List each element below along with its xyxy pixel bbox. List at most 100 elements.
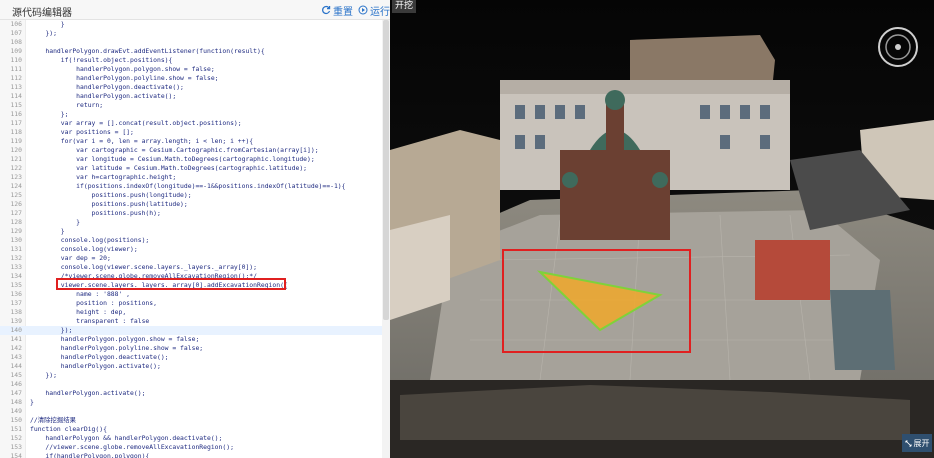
code-line[interactable]: 125 positions.push(longitude); xyxy=(0,191,382,200)
line-text: }; xyxy=(30,110,69,118)
compass-icon[interactable] xyxy=(877,26,919,68)
code-line[interactable]: 129 } xyxy=(0,227,382,236)
code-line[interactable]: 141 handlerPolygon.polygon.show = false; xyxy=(0,335,382,344)
line-text: for(var i = 0, len = array.length; i < l… xyxy=(30,137,254,145)
line-text: console.log(viewer); xyxy=(30,245,138,253)
line-text: if(positions.indexOf(longitude)==-1&&pos… xyxy=(30,182,346,190)
code-line[interactable]: 122 var latitude = Cesium.Math.toDegrees… xyxy=(0,164,382,173)
code-line[interactable]: 150 //清除挖掘结果 xyxy=(0,416,382,425)
line-number: 152 xyxy=(10,434,22,442)
line-number: 140 xyxy=(10,326,22,334)
line-text: position : positions, xyxy=(30,299,157,307)
reset-button[interactable]: 重置 xyxy=(321,3,353,18)
code-line[interactable]: 128 } xyxy=(0,218,382,227)
line-number: 134 xyxy=(10,272,22,280)
code-line[interactable]: 139 transparent : false xyxy=(0,317,382,326)
line-text: name : '888' , xyxy=(30,290,131,298)
code-line[interactable]: 133 console.log(viewer.scene.layers._lay… xyxy=(0,263,382,272)
viewer-tab-label: 开挖 xyxy=(392,0,417,13)
line-number: 117 xyxy=(10,119,22,127)
code-line[interactable]: 131 console.log(viewer); xyxy=(0,245,382,254)
line-text: handlerPolygon.polyline.show = false; xyxy=(30,344,204,352)
code-line[interactable]: 142 handlerPolygon.polyline.show = false… xyxy=(0,344,382,353)
code-line[interactable]: 114 handlerPolygon.activate(); xyxy=(0,92,382,101)
line-number: 107 xyxy=(10,29,22,37)
code-line[interactable]: 137 position : positions, xyxy=(0,299,382,308)
code-line[interactable]: 123 var h=cartographic.height; xyxy=(0,173,382,182)
line-number: 129 xyxy=(10,227,22,235)
line-text: handlerPolygon.polygon.show = false; xyxy=(30,65,215,73)
code-line[interactable]: 126 positions.push(latitude); xyxy=(0,200,382,209)
line-text: if(!result.object.positions){ xyxy=(30,56,173,64)
line-text: var h=cartographic.height; xyxy=(30,173,177,181)
code-line[interactable]: 144 handlerPolygon.activate(); xyxy=(0,362,382,371)
line-number: 141 xyxy=(10,335,22,343)
code-line[interactable]: 124 if(positions.indexOf(longitude)==-1&… xyxy=(0,182,382,191)
code-line[interactable]: 120 var cartographic = Cesium.Cartograph… xyxy=(0,146,382,155)
code-line[interactable]: 111 handlerPolygon.polygon.show = false; xyxy=(0,65,382,74)
line-number: 143 xyxy=(10,353,22,361)
code-line[interactable]: 109 handlerPolygon.drawEvt.addEventListe… xyxy=(0,47,382,56)
code-line[interactable]: 154 if(handlerPolygon.polygon){ xyxy=(0,452,382,458)
line-number: 149 xyxy=(10,407,22,415)
line-text: }); xyxy=(30,29,57,37)
line-text: height : dep, xyxy=(30,308,127,316)
line-number: 120 xyxy=(10,146,22,154)
code-line[interactable]: 132 var dep = 20; xyxy=(0,254,382,263)
code-line[interactable]: 143 handlerPolygon.deactivate(); xyxy=(0,353,382,362)
scrollbar-thumb[interactable] xyxy=(383,20,389,320)
run-button[interactable]: 运行 xyxy=(358,3,390,18)
code-line[interactable]: 106 } xyxy=(0,20,382,29)
code-line[interactable]: 110 if(!result.object.positions){ xyxy=(0,56,382,65)
play-icon xyxy=(358,5,368,15)
code-line[interactable]: 113 handlerPolygon.deactivate(); xyxy=(0,83,382,92)
code-line[interactable]: 153 //viewer.scene.globe.removeAllExcava… xyxy=(0,443,382,452)
line-text: handlerPolygon.activate(); xyxy=(30,362,161,370)
code-line[interactable]: 149 xyxy=(0,407,382,416)
code-line[interactable]: 146 xyxy=(0,380,382,389)
code-line[interactable]: 148} xyxy=(0,398,382,407)
code-line[interactable]: 119 for(var i = 0, len = array.length; i… xyxy=(0,137,382,146)
line-number: 135 xyxy=(10,281,22,289)
editor-header: 源代码编辑器 重置 运行 xyxy=(0,0,390,20)
code-line[interactable]: 112 handlerPolygon.polyline.show = false… xyxy=(0,74,382,83)
line-text: function clearDig(){ xyxy=(30,425,107,433)
code-line[interactable]: 136 name : '888' , xyxy=(0,290,382,299)
line-text: var positions = []; xyxy=(30,128,134,136)
line-number: 154 xyxy=(10,452,22,458)
code-line[interactable]: 108 xyxy=(0,38,382,47)
line-number: 137 xyxy=(10,299,22,307)
line-number: 121 xyxy=(10,155,22,163)
line-text: handlerPolygon.activate(); xyxy=(30,389,146,397)
line-text: positions.push(h); xyxy=(30,209,161,217)
code-line[interactable]: 147 handlerPolygon.activate(); xyxy=(0,389,382,398)
code-area[interactable]: 106 } 107 }); 108 109 handlerPolygon.drawEv… xyxy=(0,20,382,458)
code-line[interactable]: 115 return; xyxy=(0,101,382,110)
code-line[interactable]: 130 console.log(positions); xyxy=(0,236,382,245)
line-number: 126 xyxy=(10,200,22,208)
3d-scene-viewer[interactable]: 开挖 展开 xyxy=(390,0,934,458)
code-line[interactable]: 121 var longitude = Cesium.Math.toDegree… xyxy=(0,155,382,164)
line-number: 113 xyxy=(10,83,22,91)
line-number: 153 xyxy=(10,443,22,451)
line-number: 111 xyxy=(10,65,22,73)
line-text: var dep = 20; xyxy=(30,254,111,262)
line-number: 109 xyxy=(10,47,22,55)
code-line[interactable]: 116 }; xyxy=(0,110,382,119)
code-line[interactable]: 117 var array = [].concat(result.object.… xyxy=(0,119,382,128)
line-text: }); xyxy=(30,371,57,379)
code-line[interactable]: 138 height : dep, xyxy=(0,308,382,317)
line-text: handlerPolygon && handlerPolygon.deactiv… xyxy=(30,434,223,442)
code-line[interactable]: 151 function clearDig(){ xyxy=(0,425,382,434)
line-number: 106 xyxy=(10,20,22,28)
code-line[interactable]: 118 var positions = []; xyxy=(0,128,382,137)
code-line[interactable]: 140 }); xyxy=(0,326,382,335)
line-text: var cartographic = Cesium.Cartographic.f… xyxy=(30,146,319,154)
expand-button[interactable]: 展开 xyxy=(902,434,932,452)
line-number: 127 xyxy=(10,209,22,217)
code-line[interactable]: 107 }); xyxy=(0,29,382,38)
code-line[interactable]: 152 handlerPolygon && handlerPolygon.dea… xyxy=(0,434,382,443)
code-line[interactable]: 127 positions.push(h); xyxy=(0,209,382,218)
code-line[interactable]: 145 }); xyxy=(0,371,382,380)
editor-scrollbar[interactable] xyxy=(382,20,390,458)
